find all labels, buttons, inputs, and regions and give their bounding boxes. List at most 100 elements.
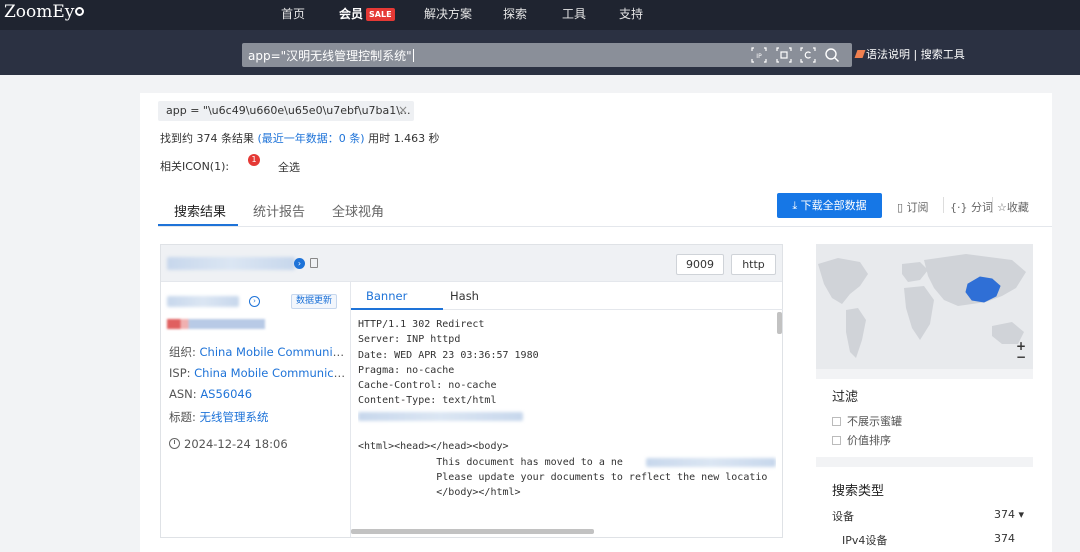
panel-gap: [816, 457, 1033, 467]
divider: [943, 197, 944, 213]
asn-row: ASN: AS56046: [169, 387, 347, 401]
tab-statistics[interactable]: 统计报告: [253, 201, 305, 220]
side-panel: + − 过滤 不展示蜜罐 价值排序 搜索类型 设备 374 ▾ IPv4设备 37…: [816, 244, 1033, 552]
type-device[interactable]: 设备: [832, 508, 854, 524]
redacted-banner-text: [358, 411, 523, 421]
zoom-out-icon[interactable]: −: [1016, 351, 1026, 363]
checkbox[interactable]: [832, 417, 841, 426]
filter-chip[interactable]: app = "\u6c49\u660e\u65e0\u7ebf\u7ba1\..…: [158, 101, 414, 121]
icon-count-badge[interactable]: 1: [248, 154, 260, 166]
banner-line: [358, 424, 776, 439]
banner-line: Pragma: no-cache: [358, 364, 455, 376]
go-arrow-icon[interactable]: ›: [249, 296, 260, 307]
nav-membership[interactable]: 会员 SALE: [339, 5, 395, 22]
banner-line: This document has moved to a ne: [358, 455, 776, 470]
org-link[interactable]: China Mobile Communic...: [200, 345, 347, 359]
banner-line: [358, 409, 776, 424]
select-all-link[interactable]: 全选: [278, 159, 300, 175]
syntax-help-link[interactable]: 语法说明: [866, 48, 910, 61]
logo[interactable]: ZoomEy: [4, 2, 85, 22]
top-nav: ZoomEy 首页 会员 SALE 解决方案 探索 工具 支持: [0, 0, 1080, 30]
nav-support[interactable]: 支持: [619, 5, 643, 22]
north-america-shape: [818, 258, 868, 304]
horizontal-scrollbar[interactable]: [351, 529, 594, 534]
title-row: 标题: 无线管理系统: [169, 409, 347, 425]
filter-no-honeypot[interactable]: 不展示蜜罐: [832, 413, 902, 429]
bookmark-icon: ▯: [897, 201, 907, 214]
search-tools-link[interactable]: 搜索工具: [921, 48, 965, 61]
banner-line: </body></html>: [358, 487, 521, 499]
redacted-ip-address: [167, 257, 295, 270]
filter-no-honeypot-label: 不展示蜜罐: [847, 415, 902, 428]
banner-line: Please update your documents to reflect …: [358, 471, 768, 483]
type-ipv4-device-count: 374: [994, 532, 1015, 545]
world-map[interactable]: + −: [816, 244, 1033, 369]
text-caret: [412, 49, 414, 62]
related-icon-row: 相关ICON(1): 1 全选: [160, 154, 420, 178]
copy-icon[interactable]: [310, 258, 318, 268]
tab-banner[interactable]: Banner: [366, 289, 407, 303]
query-time: 用时 1.463 秒: [368, 132, 440, 145]
port-badge[interactable]: 9009: [676, 254, 724, 275]
search-type-heading: 搜索类型: [832, 484, 885, 499]
banner-line: HTTP/1.1 302 Redirect: [358, 319, 485, 330]
isp-link[interactable]: China Mobile Communicat...: [194, 366, 347, 380]
subscribe-button[interactable]: ▯ 订阅: [897, 199, 929, 215]
clock-icon: [169, 438, 180, 449]
result-card: › 9009 http › 数据更新 组织: China Mobile Comm…: [160, 244, 783, 538]
asn-link[interactable]: AS56046: [200, 387, 252, 401]
search-band: app="汉明无线管理控制系统" IP 语法说明 | 搜索工具: [0, 30, 1080, 75]
nav-solutions[interactable]: 解决方案: [424, 5, 472, 22]
nav-explore[interactable]: 探索: [503, 5, 527, 22]
asn-label: ASN:: [169, 387, 201, 401]
favorite-label: 收藏: [1006, 201, 1029, 214]
download-all-label: 下载全部数据: [800, 199, 867, 212]
filter-chip-text: app = "\u6c49\u660e\u65e0\u7ebf\u7ba1\..…: [166, 104, 411, 117]
europe-shape: [902, 262, 928, 282]
org-label: 组织:: [169, 345, 200, 359]
banner-content[interactable]: HTTP/1.1 302 Redirect Server: INP httpd Da…: [358, 317, 776, 525]
isp-row: ISP: China Mobile Communicat...: [169, 366, 347, 380]
cert-search-icon[interactable]: [800, 47, 816, 63]
tab-hash[interactable]: Hash: [450, 289, 479, 303]
nav-membership-label: 会员: [339, 7, 364, 21]
timestamp-row: 2024-12-24 18:06: [169, 437, 347, 451]
close-icon[interactable]: ×: [398, 103, 408, 117]
checkbox[interactable]: [832, 436, 841, 445]
filter-value-sort[interactable]: 价值排序: [832, 432, 891, 448]
download-all-button[interactable]: ⤓ 下载全部数据: [777, 193, 882, 218]
protocol-badge[interactable]: http: [731, 254, 776, 275]
recent-data-link[interactable]: (最近一年数据：0 条): [258, 132, 365, 145]
banner-line: Date: WED APR 23 03:36:57 1980: [358, 349, 539, 361]
banner-line: Server: INP httpd: [358, 334, 461, 346]
data-update-button[interactable]: 数据更新: [291, 294, 338, 309]
map-zoom-controls: + −: [1016, 340, 1026, 363]
redacted-hostname: [167, 296, 239, 307]
timestamp: 2024-12-24 18:06: [184, 437, 288, 451]
download-icon: ⤓: [792, 199, 801, 212]
title-label: 标题:: [169, 410, 200, 424]
search-input[interactable]: app="汉明无线管理控制系统" IP: [242, 43, 852, 67]
panel-gap: [816, 369, 1033, 379]
favorite-button[interactable]: ☆收藏: [997, 199, 1029, 215]
banner-line: Cache-Control: no-cache: [358, 380, 497, 392]
title-link[interactable]: 无线管理系统: [200, 410, 269, 424]
divider: [992, 197, 993, 213]
nav-home[interactable]: 首页: [281, 5, 305, 22]
type-ipv4-device[interactable]: IPv4设备: [842, 532, 887, 548]
redacted-location: [167, 319, 265, 329]
nav-tools[interactable]: 工具: [562, 5, 586, 22]
tokenize-button[interactable]: {·} 分词: [950, 199, 993, 215]
tab-global-view[interactable]: 全球视角: [332, 201, 384, 220]
tab-search-results[interactable]: 搜索结果: [174, 201, 226, 220]
type-device-count[interactable]: 374 ▾: [994, 508, 1024, 521]
braces-icon: {·}: [950, 201, 971, 214]
vertical-scrollbar[interactable]: [777, 312, 782, 334]
redacted-banner-text: [646, 457, 776, 467]
ip-search-icon[interactable]: IP: [751, 47, 767, 63]
isp-label: ISP:: [169, 366, 195, 380]
search-icon[interactable]: [824, 47, 840, 63]
related-icon-label: 相关ICON(1):: [160, 160, 230, 173]
go-arrow-icon[interactable]: ›: [294, 258, 305, 269]
domain-search-icon[interactable]: [776, 47, 792, 63]
